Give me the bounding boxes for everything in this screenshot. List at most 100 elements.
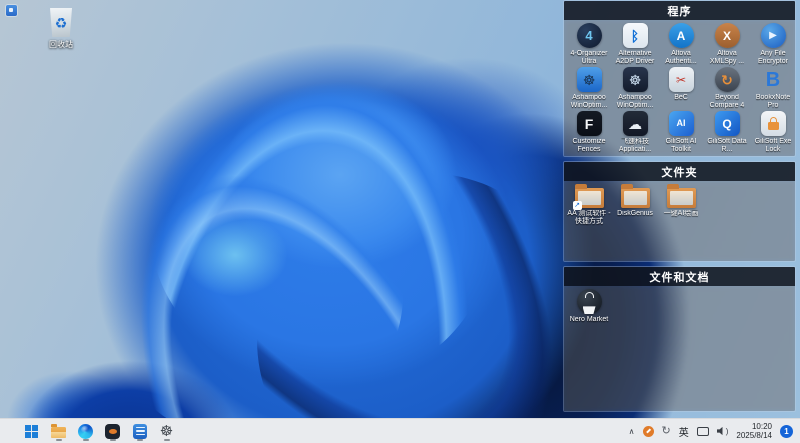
shortcut-arrow-icon: ↗ (572, 201, 582, 210)
app-tile-nero-market[interactable]: Nero Market (566, 289, 612, 324)
system-tray: ∧ ↻ 英 ) 10:20 2025/8/14 1 (629, 422, 800, 440)
app-label: 4-Organizer Ultra (570, 50, 608, 65)
app-tile-any-file-encryptor[interactable]: ▶ Any File Encryptor (750, 23, 795, 66)
app-tile-fences[interactable]: F Customize Fences (566, 111, 612, 154)
recycle-bin-icon: ♻ (50, 8, 72, 37)
tray-chevron-icon[interactable]: ∧ (629, 427, 635, 436)
app-tile-ashampoo-winoptimizer-blue[interactable]: ☸ Ashampoo WinOptim... (566, 67, 612, 110)
beyond-compare-icon: ↻ (714, 67, 740, 92)
cloud-app-icon: ☁ (622, 111, 648, 136)
taskbar: ☸ ∧ ↻ 英 ) 10:20 2025/8/14 1 (0, 418, 800, 443)
app-label: Alternative A2DP Driver (615, 50, 655, 65)
volume-icon[interactable]: ) (716, 427, 728, 436)
recycle-bin[interactable]: ♻ 回收站 (30, 8, 92, 50)
fence-title[interactable]: 程序 (564, 1, 795, 20)
fence-title[interactable]: 文件夹 (564, 162, 795, 181)
gilisoft-ai-toolkit-icon: AI (668, 111, 694, 136)
dark-app-button[interactable] (104, 422, 121, 441)
ashampoo-winoptimizer-dark-icon: ☸ (622, 67, 648, 92)
app-tile-altova-xmlspy[interactable]: X Altova XMLSpy ... (704, 23, 750, 66)
altova-authentic-icon: A (668, 23, 694, 48)
ashampoo-winoptimizer-blue-icon: ☸ (576, 67, 602, 92)
app-label: Nero Market (569, 316, 609, 323)
a2dp-driver-icon: ᛒ (622, 23, 648, 48)
app-label: Ashampoo WinOptim... (570, 94, 608, 109)
app-label: Any File Encryptor (758, 50, 788, 65)
running-indicator (82, 438, 89, 441)
files-grid: Nero Market (564, 286, 795, 324)
app-label: Altova Authenti... (665, 50, 697, 65)
app-label: Customize Fences (572, 138, 606, 153)
notification-badge[interactable]: 1 (780, 424, 793, 438)
app-tile-altova-authentic[interactable]: A Altova Authenti... (658, 23, 704, 66)
app-tile-bookxnote[interactable]: B BookxNote Pro (750, 67, 795, 110)
gilisoft-data-recovery-icon: Q (714, 111, 740, 136)
app-label: BookxNote Pro (755, 94, 791, 109)
app-tile-gilisoft-ai-toolkit[interactable]: AI GiliSoft AI Toolkit (658, 111, 704, 154)
running-indicator (163, 438, 170, 441)
4-organizer-icon: 4 (576, 23, 602, 48)
gilisoft-exe-lock-icon (760, 111, 786, 136)
app-tile-folder[interactable]: DiskGenius (612, 184, 658, 226)
app-label: Ashampoo WinOptim... (616, 94, 654, 109)
any-file-encryptor-icon: ▶ (760, 23, 786, 48)
app-label: GiliSoft Data R... (707, 138, 747, 153)
app-label: AA 测试软件 - 快捷方式 (567, 210, 611, 225)
recycle-glyph: ♻ (54, 14, 68, 31)
app-label: Beyond Compare 4 (709, 94, 745, 109)
altova-xmlspy-icon: X (714, 23, 740, 48)
folders-grid: ↗ AA 测试软件 - 快捷方式 DiskGenius 一键AI绘画 (564, 181, 795, 226)
windows-logo-icon (25, 424, 38, 438)
programs-grid: 4 4-Organizer Ultra ᛒ Alternative A2DP Driv… (564, 20, 795, 154)
ime-indicator[interactable]: 英 (679, 424, 689, 439)
app-tile-bec[interactable]: ✂ BeC (658, 67, 704, 110)
app-label: Altova XMLSpy ... (709, 50, 745, 65)
fence-title[interactable]: 文件和文档 (564, 267, 795, 286)
app-tile-cloud-app[interactable]: ☁ 飞速科技 Applicati... (612, 111, 658, 154)
fences-icon: F (576, 111, 602, 136)
notes-app-button[interactable] (131, 422, 148, 441)
running-indicator (109, 438, 116, 441)
desktop-shortcut-icon[interactable] (6, 5, 17, 16)
recycle-bin-label: 回收站 (49, 40, 73, 49)
taskbar-buttons: ☸ (0, 422, 175, 441)
app-tile-beyond-compare[interactable]: ↻ Beyond Compare 4 (704, 67, 750, 110)
app-tile-gilisoft-exe-lock[interactable]: GiliSoft Exe Lock (750, 111, 795, 154)
app-tile-gilisoft-data-recovery[interactable]: Q GiliSoft Data R... (704, 111, 750, 154)
gear-icon: ☸ (159, 422, 174, 440)
app-tile-4-organizer[interactable]: 4 4-Organizer Ultra (566, 23, 612, 66)
wallpaper-petal (130, 62, 510, 408)
app-label: DiskGenius (617, 210, 653, 217)
folder-icon (51, 424, 66, 438)
dark-app-icon (105, 423, 120, 439)
app-label: 飞速科技 Applicati... (618, 138, 652, 153)
app-tile-folder-shortcut[interactable]: ↗ AA 测试软件 - 快捷方式 (566, 184, 612, 226)
wallpaper-petal (59, 109, 451, 443)
folder-shortcut-icon: ↗ (572, 184, 604, 210)
tray-sync-icon[interactable]: ↻ (662, 425, 671, 437)
tray-time: 10:20 (751, 422, 772, 431)
app-tile-folder[interactable]: 一键AI绘画 (658, 184, 704, 226)
folder-icon (666, 184, 696, 208)
notes-app-icon (132, 423, 147, 439)
app-label: GiliSoft Exe Lock (754, 138, 792, 153)
start-button[interactable] (23, 422, 40, 441)
app-tile-a2dp-driver[interactable]: ᛒ Alternative A2DP Driver (612, 23, 658, 66)
tray-orange-app-icon[interactable] (642, 425, 654, 437)
bec-icon: ✂ (668, 67, 694, 92)
network-display-icon[interactable] (696, 426, 709, 436)
clock[interactable]: 10:20 2025/8/14 (736, 422, 772, 440)
edge-button[interactable] (77, 422, 94, 441)
desktop: ♻ 回收站 程序 4 4-Organizer Ultra ᛒ Alternative … (0, 0, 800, 443)
running-indicator (55, 438, 62, 441)
app-label: BeC (674, 94, 688, 101)
nero-market-icon (576, 289, 602, 314)
running-indicator (136, 438, 143, 441)
app-tile-ashampoo-winoptimizer-dark[interactable]: ☸ Ashampoo WinOptim... (612, 67, 658, 110)
bookxnote-icon: B (765, 68, 781, 91)
app-label: GiliSoft AI Toolkit (665, 138, 697, 153)
fence-section-files: 文件和文档 Nero Market (563, 266, 796, 412)
settings-button[interactable]: ☸ (158, 422, 175, 441)
file-explorer-button[interactable] (50, 422, 67, 441)
fence-section-folders: 文件夹 ↗ AA 测试软件 - 快捷方式 DiskGenius 一键AI绘画 (563, 161, 796, 262)
